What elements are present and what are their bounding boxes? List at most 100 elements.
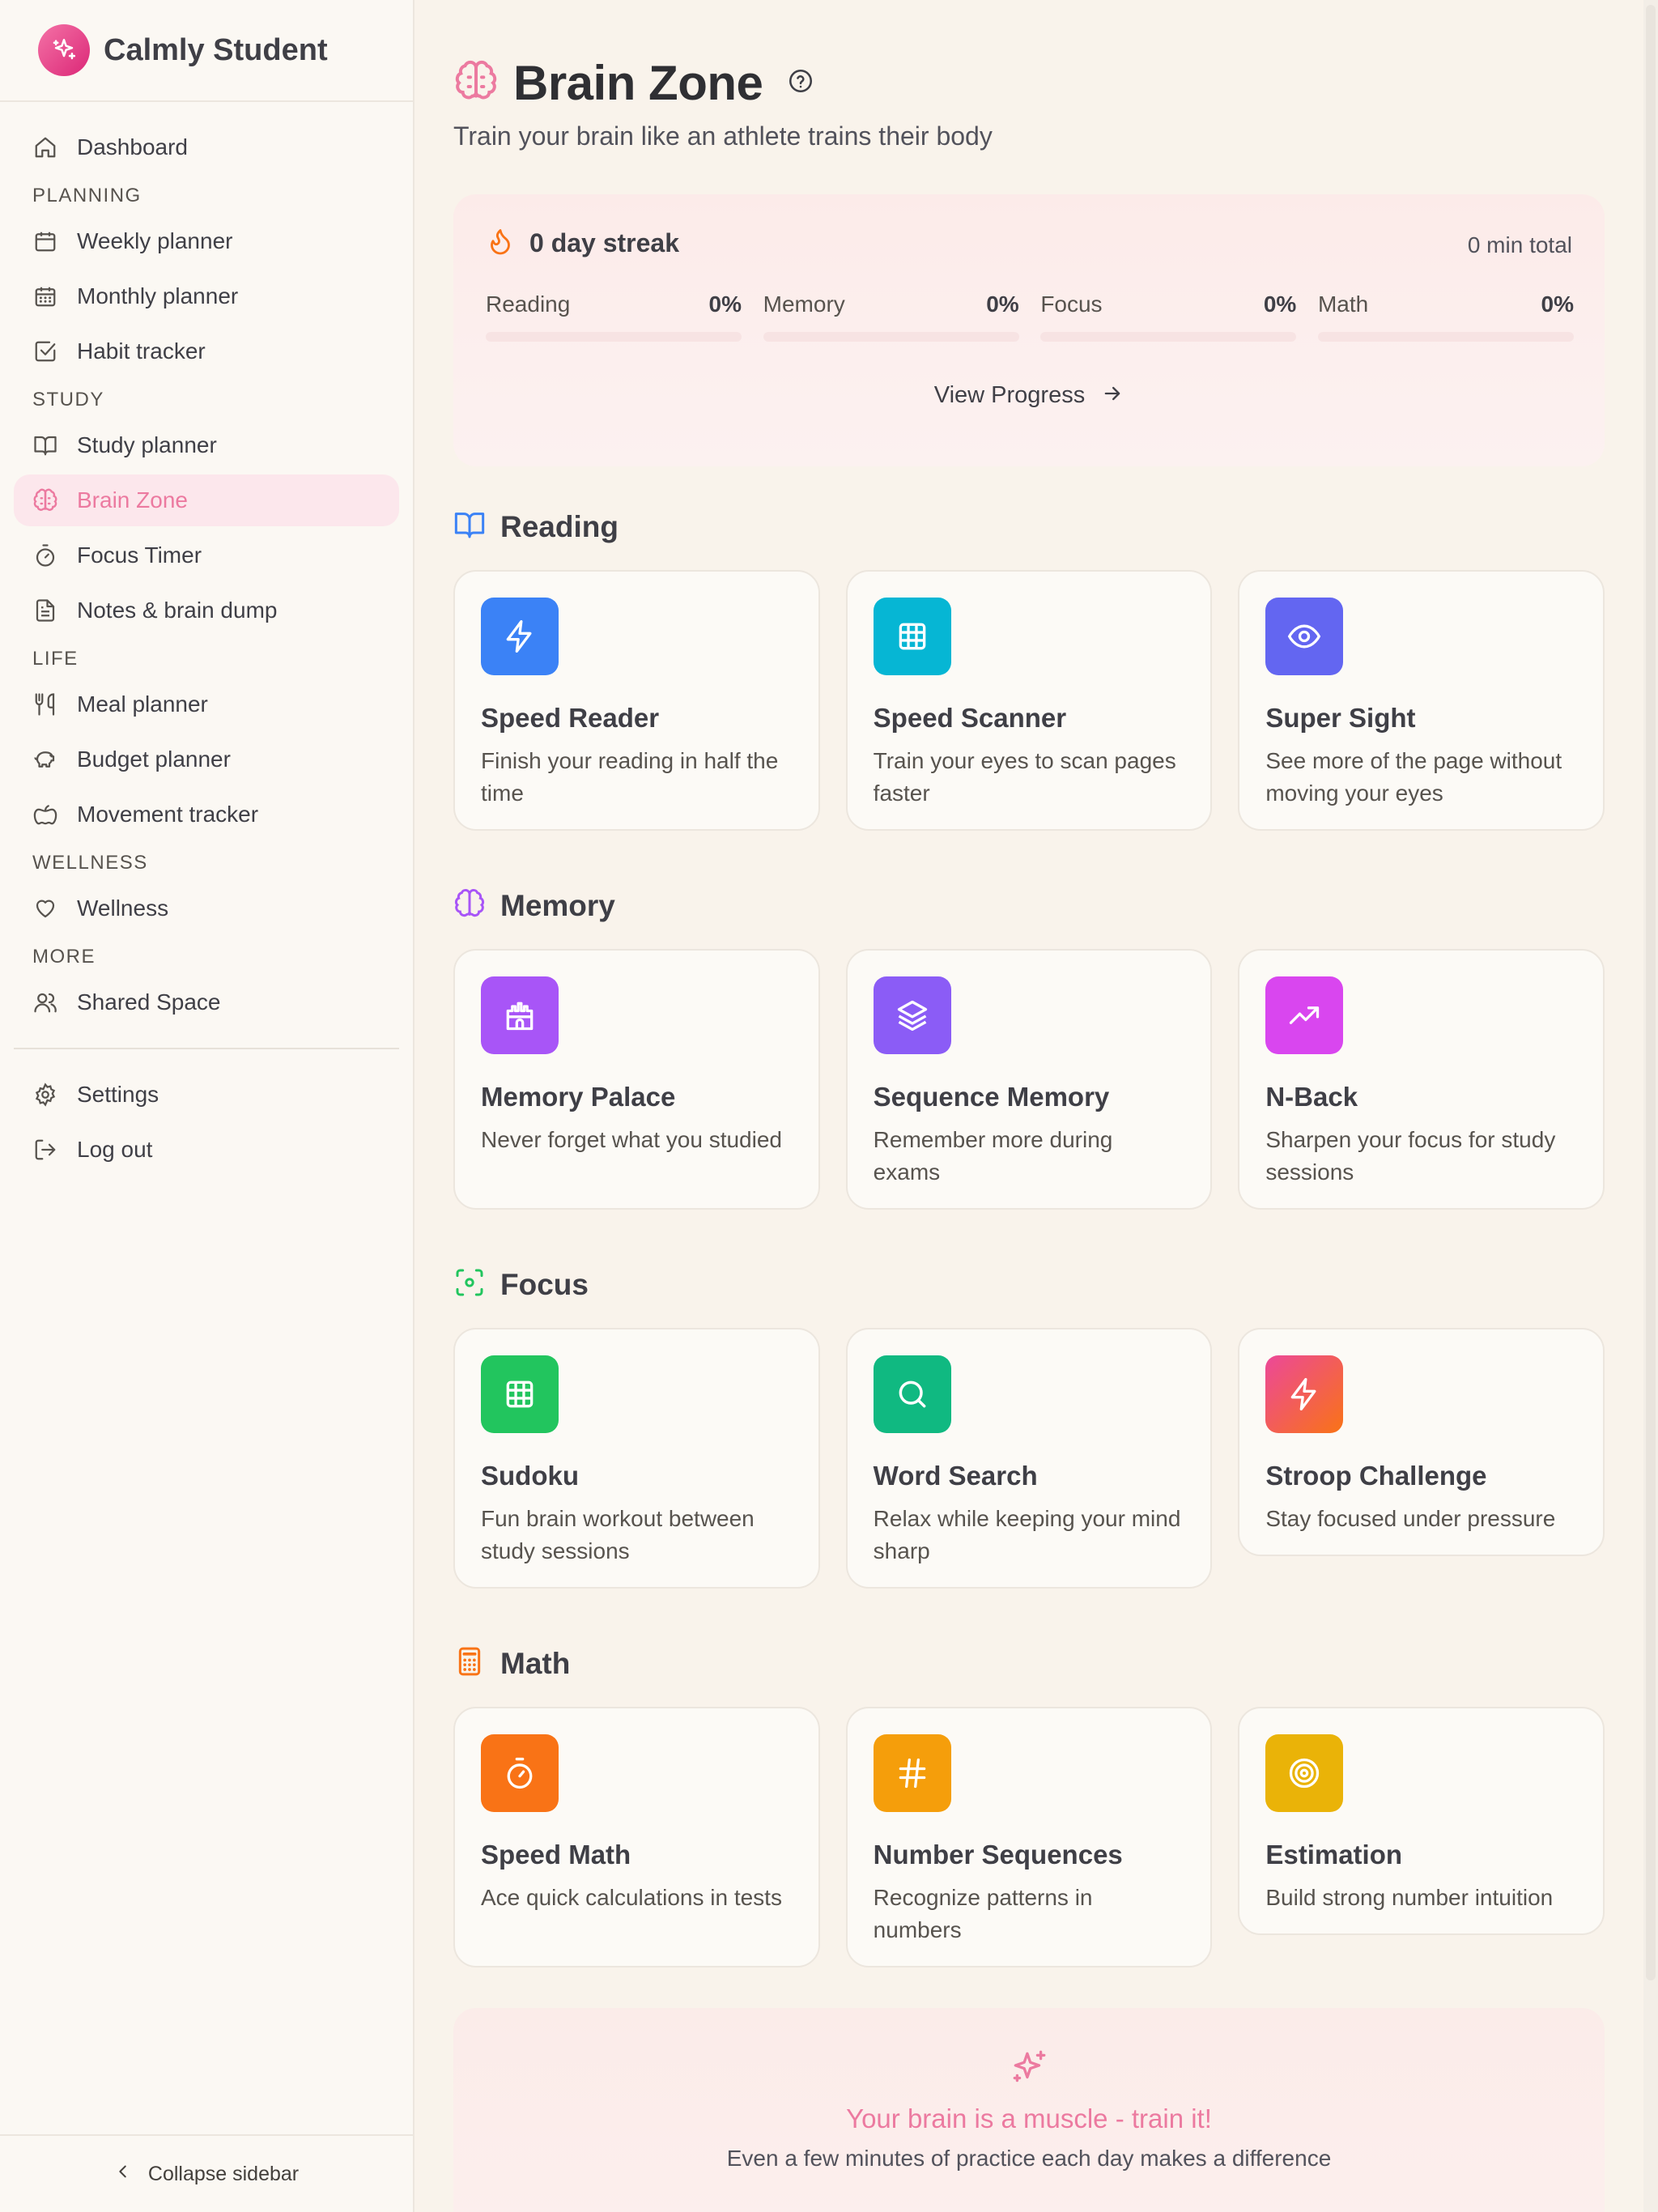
section-reading-header: Reading bbox=[453, 508, 619, 545]
hash-icon bbox=[873, 1734, 951, 1812]
file-text-icon bbox=[32, 597, 59, 624]
eye-icon bbox=[1265, 598, 1344, 675]
sidebar-item-meal-planner[interactable]: Meal planner bbox=[14, 678, 399, 730]
stat-value: 0% bbox=[708, 291, 742, 317]
arrow-right-icon bbox=[1101, 382, 1124, 409]
stat-value: 0% bbox=[1263, 291, 1297, 317]
sidebar-item-habit-tracker[interactable]: Habit tracker bbox=[14, 325, 399, 377]
check-square-icon bbox=[32, 338, 59, 365]
stat-label: Focus bbox=[1040, 291, 1103, 317]
card-title: N-Back bbox=[1265, 1082, 1358, 1112]
sidebar-item-shared-space[interactable]: Shared Space bbox=[14, 976, 399, 1028]
sidebar-nav: Dashboard PLANNING Weekly planner Monthl… bbox=[0, 102, 413, 1176]
sidebar-item-label: Movement tracker bbox=[77, 802, 259, 827]
stat-reading: Reading 0% bbox=[486, 291, 742, 342]
card-number-sequences[interactable]: Number Sequences Recognize patterns in n… bbox=[845, 1707, 1213, 1967]
apple-icon bbox=[32, 801, 59, 828]
section-title: Math bbox=[500, 1646, 571, 1680]
calendar-days-icon bbox=[32, 283, 59, 310]
brain-icon bbox=[32, 487, 59, 514]
sidebar-item-label: Dashboard bbox=[77, 134, 188, 160]
book-open-icon bbox=[32, 432, 59, 459]
sidebar-item-notes[interactable]: Notes & brain dump bbox=[14, 585, 399, 636]
collapse-sidebar-label: Collapse sidebar bbox=[147, 2162, 300, 2185]
brand[interactable]: Calmly Student bbox=[0, 0, 413, 102]
collapse-sidebar-button[interactable]: Collapse sidebar bbox=[0, 2134, 413, 2212]
sidebar-item-monthly-planner[interactable]: Monthly planner bbox=[14, 270, 399, 322]
stat-label: Reading bbox=[486, 291, 571, 317]
sidebar-item-log-out[interactable]: Log out bbox=[14, 1124, 399, 1176]
stat-value: 0% bbox=[986, 291, 1019, 317]
sidebar-item-label: Study planner bbox=[77, 432, 217, 457]
card-stroop-challenge[interactable]: Stroop Challenge Stay focused under pres… bbox=[1238, 1328, 1605, 1556]
timer-icon bbox=[481, 1734, 559, 1812]
view-progress-label: View Progress bbox=[933, 382, 1086, 408]
castle-icon bbox=[481, 976, 559, 1054]
stat-memory: Memory 0% bbox=[763, 291, 1019, 342]
book-open-icon bbox=[453, 508, 486, 545]
card-description: Fun brain workout between study sessions bbox=[481, 1506, 755, 1563]
memory-cards: Memory Palace Never forget what you stud… bbox=[453, 949, 1605, 1210]
section-label-more: MORE bbox=[32, 946, 96, 968]
progress-bar bbox=[1040, 332, 1297, 342]
page-scrollbar[interactable] bbox=[1643, 0, 1658, 2212]
brain-icon bbox=[453, 887, 486, 924]
motivation-title: Your brain is a muscle - train it! bbox=[846, 2104, 1212, 2133]
sidebar-item-budget-planner[interactable]: Budget planner bbox=[14, 734, 399, 785]
sidebar-item-wellness[interactable]: Wellness bbox=[14, 883, 399, 934]
view-progress-button[interactable]: View Progress bbox=[453, 382, 1605, 409]
brain-icon bbox=[453, 58, 499, 108]
card-word-search[interactable]: Word Search Relax while keeping your min… bbox=[845, 1328, 1213, 1589]
sidebar-item-label: Log out bbox=[77, 1137, 153, 1162]
card-sudoku[interactable]: Sudoku Fun brain workout between study s… bbox=[453, 1328, 820, 1589]
progress-bar bbox=[763, 332, 1019, 342]
streak-card: 0 day streak 0 min total Reading 0% Memor… bbox=[453, 194, 1605, 466]
stat-math: Math 0% bbox=[1317, 291, 1574, 342]
home-icon bbox=[32, 134, 59, 161]
sidebar-item-label: Settings bbox=[77, 1082, 159, 1107]
page-subtitle: Train your brain like an athlete trains … bbox=[453, 121, 993, 151]
sidebar-item-brain-zone[interactable]: Brain Zone bbox=[14, 474, 399, 526]
card-title: Word Search bbox=[873, 1461, 1038, 1491]
grid-icon bbox=[873, 598, 951, 675]
calculator-icon bbox=[453, 1645, 486, 1682]
sidebar-item-focus-timer[interactable]: Focus Timer bbox=[14, 530, 399, 581]
sidebar-item-weekly-planner[interactable]: Weekly planner bbox=[14, 215, 399, 267]
sidebar-item-label: Wellness bbox=[77, 895, 169, 921]
sidebar-item-movement-tracker[interactable]: Movement tracker bbox=[14, 789, 399, 840]
heart-icon bbox=[32, 895, 59, 922]
section-focus-header: Focus bbox=[453, 1266, 589, 1303]
sidebar-item-label: Habit tracker bbox=[77, 338, 206, 364]
card-sequence-memory[interactable]: Sequence Memory Remember more during exa… bbox=[845, 949, 1213, 1210]
card-speed-math[interactable]: Speed Math Ace quick calculations in tes… bbox=[453, 1707, 820, 1967]
card-estimation[interactable]: Estimation Build strong number intuition bbox=[1238, 1707, 1605, 1935]
card-speed-scanner[interactable]: Speed Scanner Train your eyes to scan pa… bbox=[845, 570, 1213, 831]
sidebar-item-label: Weekly planner bbox=[77, 228, 233, 253]
section-label-planning: PLANNING bbox=[32, 185, 142, 206]
card-description: Remember more during exams bbox=[873, 1127, 1113, 1185]
sidebar-item-settings[interactable]: Settings bbox=[14, 1069, 399, 1121]
sidebar-item-label: Notes & brain dump bbox=[77, 598, 278, 623]
section-title: Memory bbox=[500, 888, 615, 922]
card-title: Stroop Challenge bbox=[1265, 1461, 1487, 1491]
focus-cards: Sudoku Fun brain workout between study s… bbox=[453, 1328, 1605, 1589]
card-description: Stay focused under pressure bbox=[1265, 1506, 1556, 1531]
users-icon bbox=[32, 989, 59, 1016]
sidebar-item-dashboard[interactable]: Dashboard bbox=[14, 121, 399, 173]
stats-row: Reading 0% Memory 0% Focus 0% Math 0% bbox=[486, 291, 1574, 342]
sidebar-item-label: Budget planner bbox=[77, 747, 231, 772]
app-name: Calmly Student bbox=[104, 32, 328, 67]
layers-icon bbox=[873, 976, 951, 1054]
sidebar-item-study-planner[interactable]: Study planner bbox=[14, 419, 399, 471]
help-circle-icon[interactable] bbox=[787, 67, 814, 99]
card-speed-reader[interactable]: Speed Reader Finish your reading in half… bbox=[453, 570, 820, 831]
streak-label: 0 day streak bbox=[529, 228, 680, 257]
card-n-back[interactable]: N-Back Sharpen your focus for study sess… bbox=[1238, 949, 1605, 1210]
card-title: Sequence Memory bbox=[873, 1082, 1110, 1112]
grid-icon bbox=[481, 1355, 559, 1433]
chevron-left-icon bbox=[114, 2163, 132, 2186]
scrollbar-thumb[interactable] bbox=[1646, 5, 1656, 1980]
card-super-sight[interactable]: Super Sight See more of the page without… bbox=[1238, 570, 1605, 831]
card-description: Relax while keeping your mind sharp bbox=[873, 1506, 1181, 1563]
card-memory-palace[interactable]: Memory Palace Never forget what you stud… bbox=[453, 949, 820, 1210]
